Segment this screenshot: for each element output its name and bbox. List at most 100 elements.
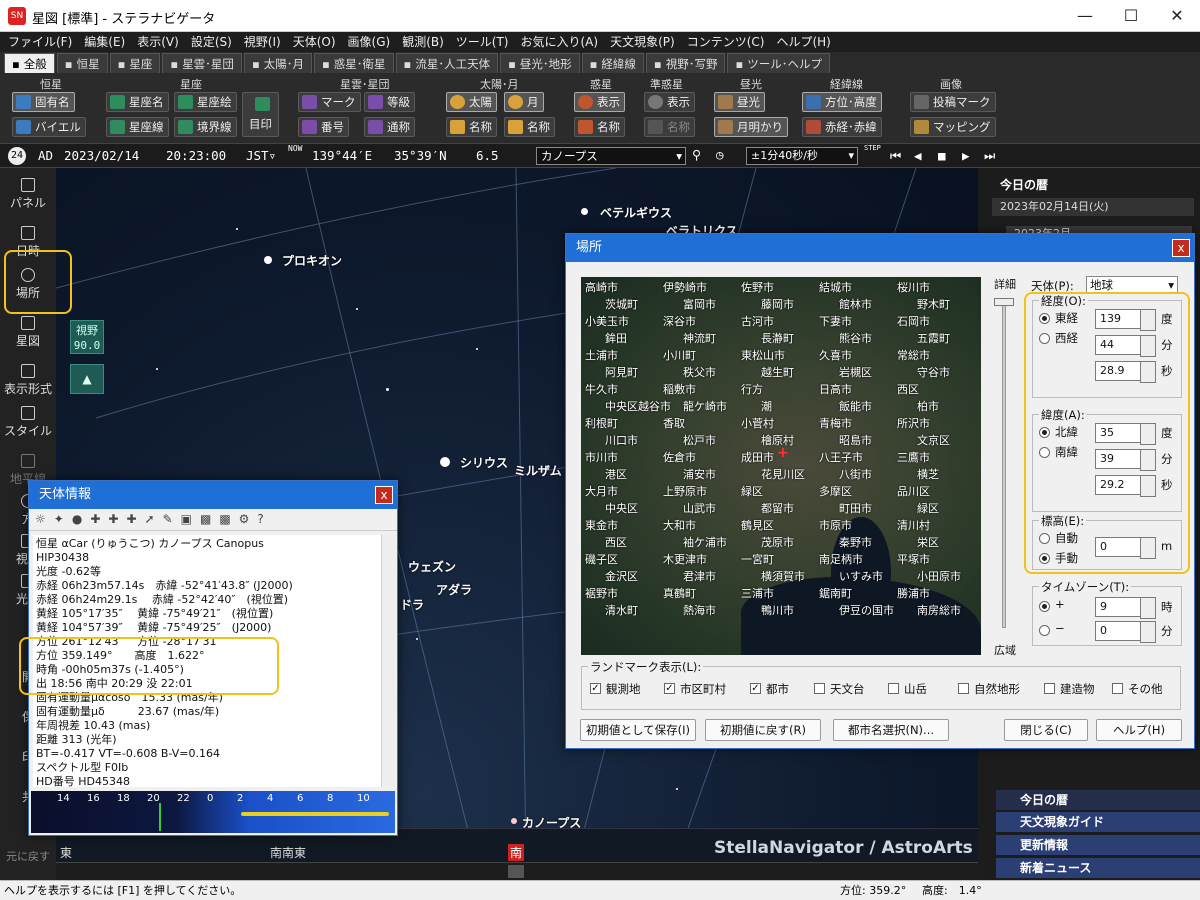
panel-item-calendar[interactable]: 今日の暦 [996, 790, 1200, 810]
landmark-checkbox[interactable] [958, 683, 969, 694]
select-city-button[interactable]: 都市名選択(N)... [833, 719, 949, 741]
track-icon[interactable]: ✚ [108, 512, 118, 527]
time-step-select[interactable]: ±1分40秒/秒 ▾ [746, 147, 858, 165]
nebula-common-name-button[interactable]: 通称 [364, 117, 415, 137]
dwarf-show-button[interactable]: 表示 [644, 92, 695, 112]
sidebar-style[interactable]: スタイル [0, 406, 56, 439]
post-mark-button[interactable]: 投稿マーク [910, 92, 996, 112]
menu-item-3[interactable]: 設定(S) [191, 32, 232, 52]
center-icon[interactable]: ✚ [90, 512, 100, 527]
menu-item-5[interactable]: 天体(O) [293, 32, 336, 52]
zoom-slider-track[interactable] [1002, 298, 1006, 628]
moonlight-button[interactable]: 月明かり [714, 117, 788, 137]
minimize-button[interactable]: — [1062, 0, 1108, 32]
sun-icon[interactable]: ☼ [35, 512, 46, 527]
zoom-slider-thumb[interactable] [994, 298, 1014, 306]
menu-item-11[interactable]: コンテンツ(C) [687, 32, 765, 52]
gear-icon[interactable]: ⚙ [239, 512, 250, 527]
zoom-in-icon[interactable]: ▲ [70, 364, 104, 394]
panel-item-events[interactable]: 天文現象ガイド [996, 812, 1200, 832]
pointer-icon[interactable]: ➚ [145, 512, 155, 527]
landmark-checkbox[interactable] [1044, 683, 1055, 694]
az-alt-grid-button[interactable]: 方位･高度 [802, 92, 882, 112]
planet-name-button[interactable]: 名称 [574, 117, 625, 137]
scroll-thumb[interactable] [508, 865, 524, 878]
nebula-mark-button[interactable]: マーク [298, 92, 361, 112]
maximize-button[interactable]: ☐ [1108, 0, 1154, 32]
landmark-checkbox[interactable]: ✓ [750, 683, 761, 694]
menu-item-10[interactable]: 天文現象(P) [610, 32, 675, 52]
daylight-button[interactable]: 昼光 [714, 92, 765, 112]
skip-back-icon[interactable]: ⏮ [890, 148, 901, 164]
view-angle-badge[interactable]: 視野 90.0 [70, 320, 104, 354]
help-icon[interactable]: ? [257, 512, 263, 527]
crosshair-icon[interactable]: ✦ [54, 512, 64, 527]
time[interactable]: 20:23:00 [166, 148, 226, 163]
latitude[interactable]: 35°39′N [394, 148, 447, 163]
star-procyon[interactable] [264, 256, 272, 264]
info-scrollbar[interactable] [381, 535, 395, 787]
moon-name-button[interactable]: 名称 [504, 117, 555, 137]
menu-item-12[interactable]: ヘルプ(H) [776, 32, 830, 52]
tab-3[interactable]: ▪ 星雲･星団 [162, 53, 242, 73]
menu-item-7[interactable]: 観測(B) [402, 32, 444, 52]
horizontal-scrollbar[interactable] [56, 862, 978, 880]
menu-item-2[interactable]: 表示(V) [137, 32, 179, 52]
pen-icon[interactable]: ✎ [163, 512, 173, 527]
play-icon[interactable]: ▶ [962, 148, 970, 163]
tab-10[interactable]: ▪ ツール･ヘルプ [727, 53, 831, 73]
step-back-icon[interactable]: ◀ [914, 148, 922, 163]
untrack-icon[interactable]: ✚ [126, 512, 136, 527]
objects-icon[interactable]: ● [72, 512, 82, 527]
panel-item-updates[interactable]: 更新情報 [996, 835, 1200, 855]
24h-icon[interactable]: 24 [8, 147, 26, 165]
menu-item-1[interactable]: 編集(E) [84, 32, 125, 52]
constellation-name-button[interactable]: 星座名 [106, 92, 169, 112]
nebula-number-button[interactable]: 番号 [298, 117, 349, 137]
landmark-checkbox[interactable] [1112, 683, 1123, 694]
ra-dec-grid-button[interactable]: 赤経･赤緯 [802, 117, 882, 137]
planet-show-button[interactable]: 表示 [574, 92, 625, 112]
constellation-line-button[interactable]: 星座線 [106, 117, 169, 137]
limit-magnitude[interactable]: 6.5 [476, 148, 499, 163]
tab-0[interactable]: ▪ 全般 [4, 53, 55, 73]
close-button[interactable]: 閉じる(C) [1004, 719, 1088, 741]
tz-minute-input[interactable]: 0 [1095, 621, 1156, 643]
sun-name-button[interactable]: 名称 [446, 117, 497, 137]
marker-button[interactable]: 目印 [242, 92, 279, 137]
tab-5[interactable]: ▪ 惑星･衛星 [313, 53, 394, 73]
mapping-button[interactable]: マッピング [910, 117, 996, 137]
longitude[interactable]: 139°44′E [312, 148, 372, 163]
clock-icon[interactable]: ◷ [716, 147, 724, 162]
window-icon[interactable]: ▣ [181, 512, 192, 527]
menu-item-6[interactable]: 画像(G) [348, 32, 391, 52]
tab-6[interactable]: ▪ 流星･人工天体 [395, 53, 499, 73]
star-sirius[interactable] [440, 457, 450, 467]
location-dialog-titlebar[interactable]: 場所 x [566, 234, 1194, 262]
panel-item-news[interactable]: 新着ニュース [996, 858, 1200, 878]
timezone[interactable]: JST▿ [246, 148, 276, 163]
info-close-button[interactable]: x [375, 486, 393, 504]
nebula-magnitude-button[interactable]: 等級 [364, 92, 415, 112]
now-button[interactable]: NOW [288, 144, 302, 153]
location-close-x-button[interactable]: x [1172, 239, 1190, 257]
date[interactable]: 2023/02/14 [64, 148, 139, 163]
star-betelgeuse[interactable] [581, 208, 588, 215]
search-icon[interactable]: ⚲ [692, 147, 701, 162]
landmark-checkbox[interactable] [814, 683, 825, 694]
tab-9[interactable]: ▪ 視野･写野 [645, 53, 726, 73]
photo-icon[interactable]: ▩ [219, 512, 230, 527]
menu-item-0[interactable]: ファイル(F) [8, 32, 72, 52]
sidebar-display-format[interactable]: 表示形式 [0, 364, 56, 397]
star-canopus[interactable] [511, 818, 517, 824]
sidebar-panel[interactable]: パネル [0, 178, 56, 211]
tab-8[interactable]: ▪ 経緯線 [581, 53, 644, 73]
tab-4[interactable]: ▪ 太陽･月 [243, 53, 312, 73]
sun-button[interactable]: 太陽 [446, 92, 497, 112]
landmark-checkbox[interactable]: ✓ [664, 683, 675, 694]
tz-hour-input[interactable]: 9 [1095, 597, 1156, 619]
dwarf-name-button[interactable]: 名称 [644, 117, 695, 137]
star-name-button[interactable]: 固有名 [12, 92, 75, 112]
menu-item-8[interactable]: ツール(T) [456, 32, 509, 52]
tz-plus-radio[interactable] [1039, 601, 1050, 612]
